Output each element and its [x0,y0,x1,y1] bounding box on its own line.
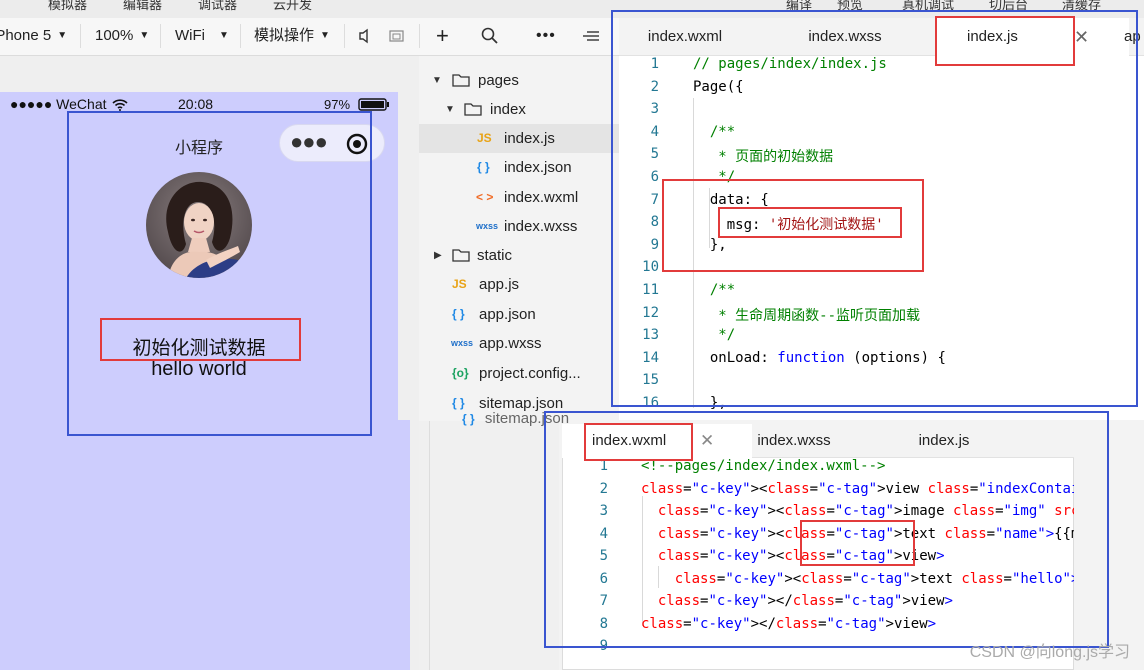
divider [240,24,241,48]
chevron-down-icon: ▼ [219,30,229,42]
tree-item-label: app.json [479,306,536,323]
folder-icon [452,74,470,87]
annotation-box-msg-value [718,207,902,238]
config-file-icon: {o} [452,366,469,380]
chevron-down-icon: ▼ [445,104,455,115]
js-file-icon: JS [452,277,467,291]
search-icon [481,27,498,44]
chevron-down-icon: ▼ [432,75,442,86]
tree-item-index-folder[interactable]: ▼ index [419,95,619,124]
json-file-icon: { } [452,307,465,321]
tree-item-static[interactable]: ▶ static [419,241,619,270]
zoom-select[interactable]: 100% ▼ [95,18,149,56]
menu-cloud[interactable]: 云开发 [273,0,312,13]
phone-screen-lower [0,420,410,670]
file-tree-lower [419,421,559,670]
tree-item-app-json[interactable]: { } app.json [419,300,619,329]
chevron-down-icon: ▼ [139,30,150,42]
annotation-box-msg [100,318,301,361]
menu-simulator[interactable]: 模拟器 [48,0,87,13]
tree-item-label: index.json [504,159,572,176]
tree-item-index-js[interactable]: JS index.js [419,124,619,153]
simulator-toolbar: iPhone 5 ▼ 100% ▼ WiFi ▼ 模拟操作 ▼ + ••• [0,18,620,56]
search-button[interactable] [481,18,499,56]
tree-item-label: static [477,247,513,264]
annotation-box-simulator [67,111,372,436]
json-file-icon: { } [477,160,490,174]
divider [344,24,345,48]
tree-item-label: index.js [504,130,555,147]
battery-icon [358,98,389,111]
speaker-icon [359,28,368,44]
tree-item-label: index.wxss [504,218,578,235]
sim-ops-label: 模拟操作 [254,27,315,44]
tree-item-label: app.js [479,276,520,293]
carrier-label: ●●●●● WeChat [10,96,107,112]
tree-item-index-json[interactable]: { } index.json [419,153,619,182]
tree-item-project-config[interactable]: {o} project.config... [419,359,619,388]
divider [160,24,161,48]
plus-icon: + [436,23,449,48]
chevron-down-icon: ▼ [57,30,68,42]
tree-item-index-wxss[interactable]: wxss index.wxss [419,212,619,241]
chevron-right-icon: ▶ [434,250,442,261]
tree-item-pages[interactable]: ▼ pages [419,66,619,95]
menu-editor[interactable]: 编辑器 [123,0,162,13]
list-icon [583,31,599,41]
wifi-icon [112,99,128,111]
battery-label: 97% [324,97,351,112]
more-button[interactable]: ••• [536,18,556,56]
folder-icon [464,103,482,116]
tree-item-label: pages [478,72,519,89]
clock-label: 20:08 [178,96,214,112]
chevron-down-icon: ▼ [320,30,330,42]
tree-item-label: index [490,101,526,118]
tree-item-label: project.config... [479,365,581,382]
add-file-button[interactable]: + [436,18,449,56]
window-icon [389,30,404,42]
wxml-file-icon: < > [476,190,494,204]
divider [80,24,81,48]
annotation-box-js-tab [935,16,1075,66]
mute-button[interactable] [358,18,372,56]
wxss-file-icon: wxss [451,338,474,348]
more-icon: ••• [536,27,556,44]
annotation-box-binding [800,520,915,566]
window-toggle-button[interactable] [389,18,405,56]
menu-debugger[interactable]: 调试器 [198,0,237,13]
tree-item-app-wxss[interactable]: wxss app.wxss [419,329,619,358]
tree-item-label: index.wxml [504,189,579,206]
tree-item-index-wxml[interactable]: < > index.wxml [419,183,619,212]
annotation-box-wxml-tab [584,423,693,461]
tree-item-app-js[interactable]: JS app.js [419,270,619,299]
tree-item-label: app.wxss [479,335,542,352]
network-label: WiFi [175,27,205,44]
watermark: CSDN @向long.js学习 [969,644,1130,661]
device-select[interactable]: iPhone 5 ▼ [0,18,67,56]
js-file-icon: JS [477,131,492,145]
folder-icon [452,249,470,262]
file-tree: ▼ pages ▼ index JS index.js { } index.js… [419,56,619,421]
wxss-file-icon: wxss [476,221,499,231]
divider [429,421,430,670]
sim-ops-select[interactable]: 模拟操作 ▼ [254,18,330,56]
network-select[interactable]: WiFi ▼ [175,18,229,56]
zoom-label: 100% [95,27,134,44]
outline-button[interactable] [582,18,600,56]
divider [419,24,420,48]
device-label: iPhone 5 [0,27,52,44]
